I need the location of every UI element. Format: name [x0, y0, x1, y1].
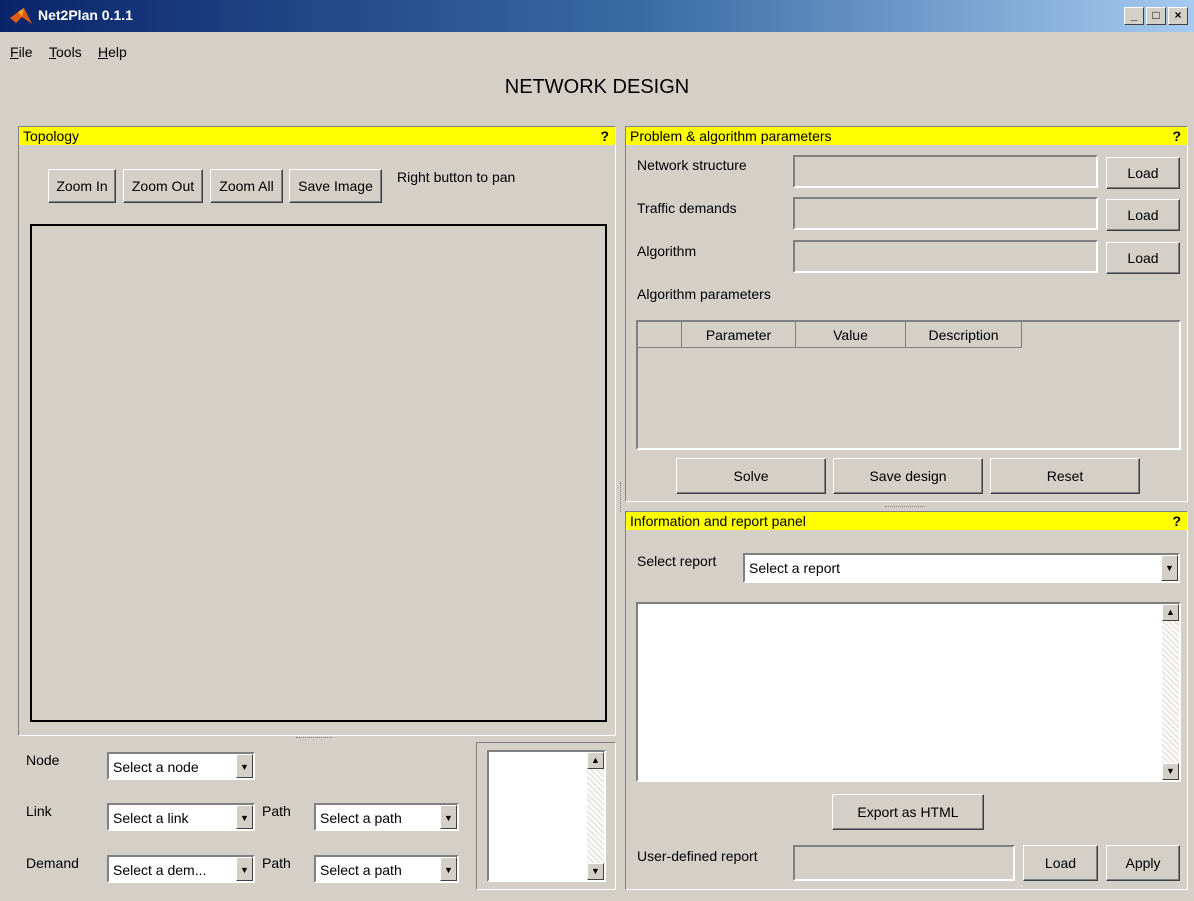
zoom-in-button[interactable]: Zoom In — [48, 169, 116, 203]
solve-button[interactable]: Solve — [676, 458, 826, 494]
parameters-header: Problem & algorithm parameters ? — [626, 127, 1187, 145]
scroll-down-icon[interactable]: ▼ — [1162, 763, 1179, 780]
title-bar: Net2Plan 0.1.1 _ □ × — [0, 0, 1194, 32]
report-select-value: Select a report — [749, 560, 841, 576]
topology-resize-handle[interactable] — [296, 737, 332, 741]
report-title: Information and report panel — [630, 513, 806, 529]
menu-help[interactable]: Help — [98, 44, 127, 60]
topology-title: Topology — [23, 128, 80, 144]
chevron-down-icon[interactable]: ▼ — [236, 754, 253, 778]
chevron-down-icon[interactable]: ▼ — [440, 805, 457, 829]
link-path-label: Path — [262, 803, 291, 819]
load-report-button[interactable]: Load — [1023, 845, 1098, 881]
zoom-out-button[interactable]: Zoom Out — [123, 169, 203, 203]
link-path-select[interactable]: Select a path ▼ — [314, 803, 459, 831]
vertical-resize-handle[interactable] — [620, 482, 624, 512]
demand-select-value: Select a dem... — [113, 862, 207, 878]
window-title: Net2Plan 0.1.1 — [38, 7, 133, 23]
load-algorithm-button[interactable]: Load — [1106, 242, 1180, 274]
demand-label: Demand — [26, 855, 79, 871]
chevron-down-icon[interactable]: ▼ — [236, 857, 253, 881]
close-button[interactable]: × — [1168, 7, 1188, 25]
network-structure-label: Network structure — [637, 157, 747, 173]
topology-canvas[interactable] — [30, 224, 607, 722]
link-label: Link — [26, 803, 52, 819]
table-header-index[interactable] — [638, 322, 682, 348]
load-network-button[interactable]: Load — [1106, 157, 1180, 189]
report-header: Information and report panel ? — [626, 512, 1187, 530]
scroll-up-icon[interactable]: ▲ — [587, 752, 604, 769]
table-header-value[interactable]: Value — [796, 322, 906, 348]
save-design-button[interactable]: Save design — [833, 458, 983, 494]
chevron-down-icon[interactable]: ▼ — [440, 857, 457, 881]
reset-button[interactable]: Reset — [990, 458, 1140, 494]
maximize-button[interactable]: □ — [1146, 7, 1166, 25]
demand-select[interactable]: Select a dem... ▼ — [107, 855, 255, 883]
minimize-button[interactable]: _ — [1124, 7, 1144, 25]
network-structure-field[interactable] — [793, 155, 1098, 188]
topology-help-icon[interactable]: ? — [600, 127, 609, 145]
traffic-demands-label: Traffic demands — [637, 200, 737, 216]
table-header-parameter[interactable]: Parameter — [682, 322, 796, 348]
report-output-area[interactable]: ▲ ▼ — [636, 602, 1181, 782]
pan-hint: Right button to pan — [397, 169, 516, 185]
zoom-all-button[interactable]: Zoom All — [210, 169, 283, 203]
chevron-down-icon[interactable]: ▼ — [1161, 555, 1178, 581]
traffic-demands-field[interactable] — [793, 197, 1098, 230]
user-defined-report-field[interactable] — [793, 845, 1015, 881]
table-header-description[interactable]: Description — [906, 322, 1022, 348]
menu-file[interactable]: File — [10, 44, 33, 60]
node-select[interactable]: Select a node ▼ — [107, 752, 255, 780]
parameters-resize-handle[interactable] — [885, 506, 925, 510]
algorithm-field[interactable] — [793, 240, 1098, 273]
demand-path-select-value: Select a path — [320, 862, 402, 878]
node-label: Node — [26, 752, 60, 768]
load-demands-button[interactable]: Load — [1106, 199, 1180, 231]
node-select-value: Select a node — [113, 759, 199, 775]
user-defined-report-label: User-defined report — [637, 848, 758, 864]
selection-info-box[interactable]: ▲ ▼ — [487, 750, 606, 882]
menu-tools[interactable]: Tools — [49, 44, 82, 60]
matlab-logo-icon — [10, 8, 32, 24]
scroll-down-icon[interactable]: ▼ — [587, 863, 604, 880]
link-select-value: Select a link — [113, 810, 189, 826]
demand-path-select[interactable]: Select a path ▼ — [314, 855, 459, 883]
parameters-title: Problem & algorithm parameters — [630, 128, 832, 144]
export-html-button[interactable]: Export as HTML — [832, 794, 984, 830]
demand-path-label: Path — [262, 855, 291, 871]
scroll-up-icon[interactable]: ▲ — [1162, 604, 1179, 621]
parameters-help-icon[interactable]: ? — [1172, 127, 1181, 145]
algorithm-parameters-label: Algorithm parameters — [637, 286, 771, 302]
scroll-track[interactable] — [587, 769, 604, 863]
topology-header: Topology ? — [19, 127, 615, 145]
save-image-button[interactable]: Save Image — [289, 169, 382, 203]
report-help-icon[interactable]: ? — [1172, 512, 1181, 530]
report-select[interactable]: Select a report ▼ — [743, 553, 1180, 583]
chevron-down-icon[interactable]: ▼ — [236, 805, 253, 829]
apply-button[interactable]: Apply — [1106, 845, 1180, 881]
page-title: NETWORK DESIGN — [504, 76, 690, 98]
link-path-select-value: Select a path — [320, 810, 402, 826]
scroll-track[interactable] — [1162, 621, 1179, 763]
link-select[interactable]: Select a link ▼ — [107, 803, 255, 831]
parameters-table[interactable]: Parameter Value Description — [636, 320, 1181, 450]
algorithm-label: Algorithm — [637, 243, 697, 259]
select-report-label: Select report — [637, 553, 717, 569]
